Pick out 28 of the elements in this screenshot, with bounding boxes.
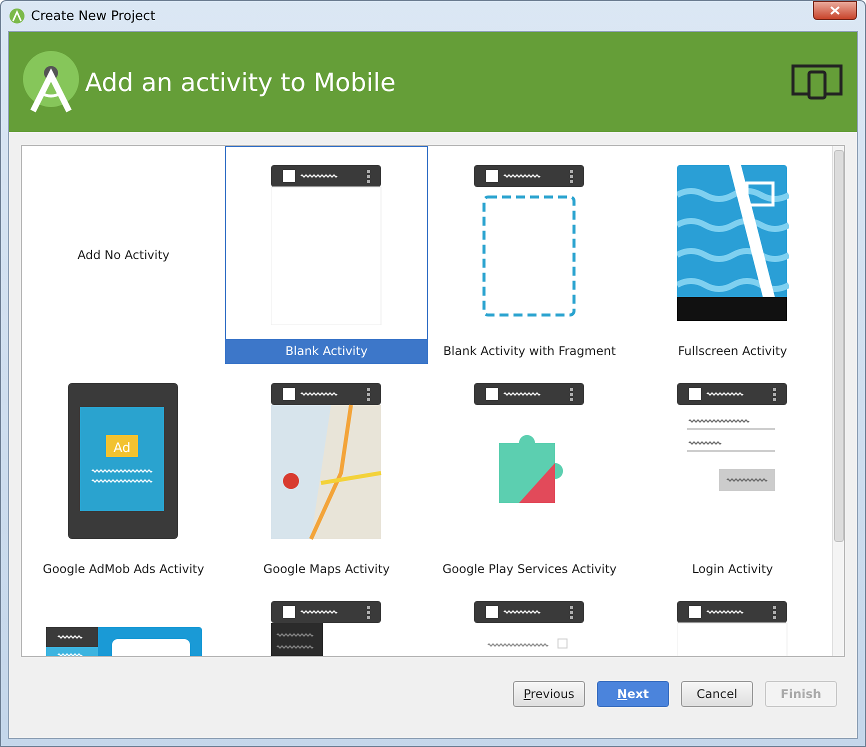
template-label: Add No Activity bbox=[77, 248, 170, 262]
close-icon bbox=[830, 6, 840, 15]
scrollbar[interactable] bbox=[832, 146, 844, 656]
template-tile[interactable]: Login Activity bbox=[631, 364, 832, 582]
template-label: Google Play Services Activity bbox=[441, 561, 618, 578]
template-tile[interactable]: Google Play Services Activity bbox=[428, 364, 631, 582]
template-tile[interactable]: Fullscreen Activity bbox=[631, 146, 832, 364]
template-label: Google AdMob Ads Activity bbox=[42, 561, 206, 578]
template-tile[interactable]: Ad Google AdMob Ads Activity bbox=[22, 364, 225, 582]
close-button[interactable] bbox=[813, 1, 857, 20]
android-icon bbox=[9, 8, 25, 24]
template-label: Login Activity bbox=[690, 561, 774, 578]
dialog-button[interactable]: Cancel bbox=[681, 680, 753, 706]
template-label: Blank Activity with Fragment bbox=[442, 343, 617, 360]
template-tile[interactable]: Google Maps Activity bbox=[225, 364, 428, 582]
ad-badge-text: Ad bbox=[113, 441, 130, 456]
template-label: Google Maps Activity bbox=[262, 561, 391, 578]
template-label: Blank Activity bbox=[226, 339, 427, 363]
window-title: Create New Project bbox=[31, 8, 156, 24]
dialog-button[interactable]: Previous bbox=[513, 680, 585, 706]
compass-logo-icon bbox=[23, 51, 79, 113]
dialog-button[interactable]: Next bbox=[597, 680, 669, 706]
template-tile[interactable]: Add No Activity bbox=[22, 146, 225, 364]
tablet-phone-icon bbox=[791, 64, 843, 100]
template-label: Fullscreen Activity bbox=[676, 343, 788, 360]
header-title: Add an activity to Mobile bbox=[85, 68, 397, 96]
template-tile[interactable]: Blank Activity with Fragment bbox=[428, 146, 631, 364]
template-tile[interactable]: Blank Activity bbox=[225, 146, 428, 364]
